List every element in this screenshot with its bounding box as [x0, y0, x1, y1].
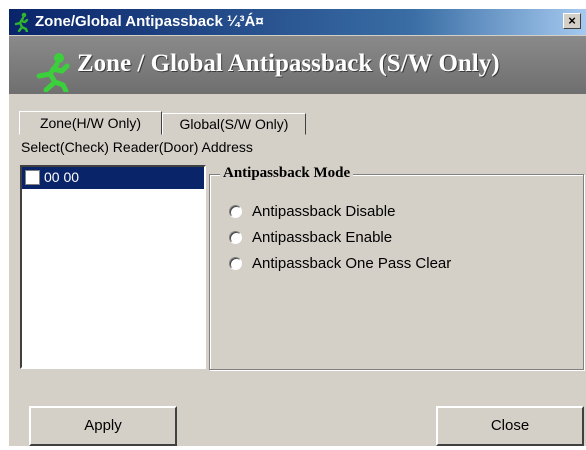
reader-address-list[interactable]: 00 00	[20, 165, 206, 369]
radio-button[interactable]	[229, 205, 242, 218]
tab-global[interactable]: Global(S/W Only)	[162, 113, 306, 135]
radio-button[interactable]	[229, 257, 242, 270]
running-man-icon	[36, 53, 70, 92]
radio-label: Antipassback Enable	[252, 229, 393, 246]
banner-title: Zone / Global Antipassback (S/W Only)	[77, 50, 500, 77]
select-reader-label: Select(Check) Reader(Door) Address	[21, 139, 253, 155]
tab-zone[interactable]: Zone(H/W Only)	[19, 111, 162, 135]
antipassback-window: Zone/Global Antipassback ¼³Á¤ × Zone / G…	[8, 8, 586, 446]
close-button[interactable]: Close	[436, 406, 584, 446]
radio-label: Antipassback Disable	[252, 203, 396, 220]
antipassback-mode-title: Antipassback Mode	[220, 165, 354, 182]
reader-address-label: 00 00	[44, 169, 80, 185]
list-item[interactable]: 00 00	[22, 167, 204, 189]
reader-checkbox[interactable]	[25, 170, 40, 185]
radio-label: Antipassback One Pass Clear	[252, 255, 452, 272]
apply-button[interactable]: Apply	[29, 406, 177, 446]
close-icon: ×	[568, 13, 576, 28]
header-banner: Zone / Global Antipassback (S/W Only)	[9, 36, 586, 94]
window-title: Zone/Global Antipassback ¼³Á¤	[35, 13, 264, 30]
running-man-icon	[14, 12, 29, 32]
radio-button[interactable]	[229, 231, 242, 244]
title-bar[interactable]: Zone/Global Antipassback ¼³Á¤ ×	[9, 9, 586, 35]
close-window-button[interactable]: ×	[563, 13, 581, 29]
